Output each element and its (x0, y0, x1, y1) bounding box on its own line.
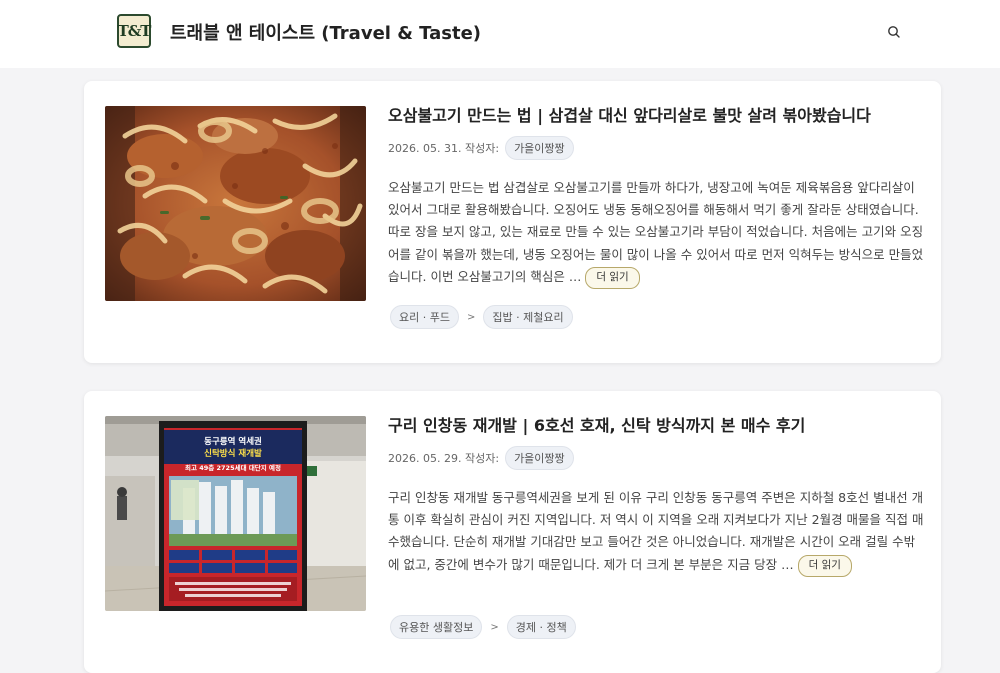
tag-subcategory[interactable]: 경제 · 정책 (506, 615, 576, 639)
author-label: 작성자: (464, 142, 500, 155)
tag-category[interactable]: 요리 · 푸드 (390, 305, 459, 329)
read-more-button[interactable]: 더 읽기 (797, 554, 852, 577)
tag-separator: > (490, 621, 499, 633)
excerpt-text: 오삼불고기 만드는 법 삼겹살로 오삼불고기를 만들까 하다가, 냉장고에 녹여… (388, 180, 924, 284)
post-date: 2026. 05. 31. (388, 141, 462, 155)
poster-headline-b: 신탁방식 재개발 (204, 448, 262, 459)
post-card: 동구릉역 역세권 신탁방식 재개발 최고 49층 2725세대 대단지 예정 구… (84, 391, 941, 673)
author-chip[interactable]: 가을이짱짱 (505, 136, 574, 160)
tag-category[interactable]: 유용한 생활정보 (390, 615, 483, 639)
post-excerpt: 구리 인창동 재개발 동구릉역세권을 보게 된 이유 구리 인창동 동구릉역 주… (388, 487, 924, 577)
author-label: 작성자: (464, 452, 500, 465)
post-meta: 2026. 05. 29. 작성자: 가을이짱짱 (388, 446, 574, 470)
search-icon[interactable] (884, 22, 904, 42)
read-more-button[interactable]: 더 읽기 (585, 266, 640, 289)
post-date: 2026. 05. 29. (388, 451, 462, 465)
post-meta: 2026. 05. 31. 작성자: 가을이짱짱 (388, 136, 574, 160)
post-excerpt: 오삼불고기 만드는 법 삼겹살로 오삼불고기를 만들까 하다가, 냉장고에 녹여… (388, 177, 924, 289)
tag-subcategory[interactable]: 집밥 · 제철요리 (483, 305, 573, 329)
site-title[interactable]: 트래블 앤 테이스트 (Travel & Taste) (170, 19, 481, 45)
post-tags: 유용한 생활정보 > 경제 · 정책 (390, 615, 576, 639)
poster-subline: 최고 49층 2725세대 대단지 예정 (185, 463, 281, 472)
post-card: 오삼불고기 만드는 법 | 삼겹살 대신 앞다리살로 불맛 살려 볶아봤습니다 … (84, 81, 941, 363)
site-logo[interactable]: T&T (117, 14, 151, 48)
site-header: T&T 트래블 앤 테이스트 (Travel & Taste) (0, 0, 1000, 68)
post-thumbnail-food[interactable] (105, 106, 366, 301)
post-thumbnail-station[interactable]: 동구릉역 역세권 신탁방식 재개발 최고 49층 2725세대 대단지 예정 (105, 416, 366, 611)
tag-separator: > (466, 311, 476, 323)
post-title[interactable]: 구리 인창동 재개발 | 6호선 호재, 신탁 방식까지 본 매수 후기 (388, 412, 928, 436)
author-chip[interactable]: 가을이짱짱 (505, 446, 574, 470)
post-title[interactable]: 오삼불고기 만드는 법 | 삼겹살 대신 앞다리살로 불맛 살려 볶아봤습니다 (388, 102, 928, 126)
poster-headline-a: 동구릉역 역세권 (204, 436, 262, 447)
post-tags: 요리 · 푸드 > 집밥 · 제철요리 (390, 305, 573, 329)
